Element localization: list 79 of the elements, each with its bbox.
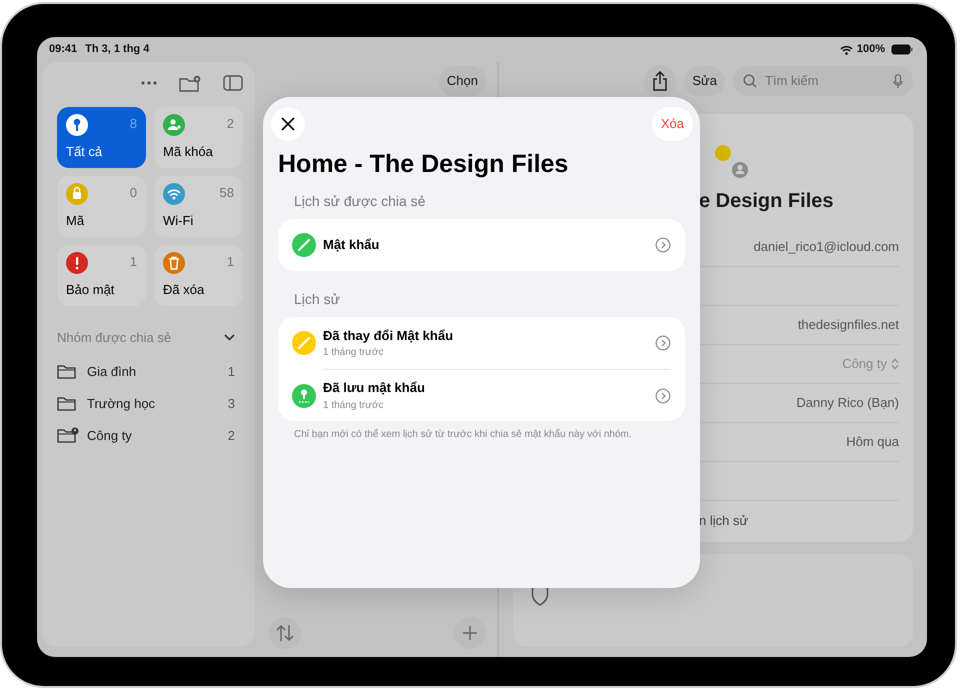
item-count: 3 <box>228 394 235 413</box>
item-count: 0 <box>130 184 137 202</box>
chevron-circle-icon[interactable] <box>655 388 671 404</box>
tile-label: Đã xóa <box>163 280 206 298</box>
chevron-circle-icon[interactable] <box>655 335 671 351</box>
history-title: Đã thay đổi Mật khẩu <box>323 326 454 345</box>
category-icon <box>163 252 185 274</box>
search-input[interactable]: Tìm kiếm <box>763 70 887 92</box>
tile-label: Tất cả <box>66 142 104 160</box>
group-label: Công ty <box>87 426 133 445</box>
group-label: Trường học <box>87 394 156 413</box>
detail-title: e Design Files <box>698 189 834 214</box>
share-button[interactable] <box>644 65 676 97</box>
wifi-icon <box>840 44 853 54</box>
pencil-icon <box>292 331 316 355</box>
tile-label: Wi-Fi <box>163 212 194 230</box>
microphone-icon <box>893 74 903 88</box>
delete-button[interactable]: Xóa <box>652 107 693 141</box>
search-icon <box>743 74 757 88</box>
field-value: thedesignfiles.net <box>798 316 899 334</box>
history-title: Đã lưu mật khẩu <box>323 379 426 398</box>
category-tile[interactable]: 1 Đã xóa <box>154 245 243 306</box>
history-time: 1 tháng trước <box>323 346 385 360</box>
select-button[interactable]: Chọn <box>438 66 486 96</box>
plus-icon <box>462 625 478 641</box>
category-tile[interactable]: 0 Mã <box>57 176 146 237</box>
item-count: 1 <box>228 362 235 381</box>
close-button[interactable] <box>271 107 305 141</box>
category-tile[interactable]: 58 Wi-Fi <box>154 176 243 237</box>
avatar-drawing <box>712 144 748 180</box>
history-link[interactable]: n lịch sử <box>699 510 748 530</box>
shared-folder-icon <box>57 427 79 444</box>
chevron-icon[interactable] <box>224 334 235 342</box>
key-icon <box>292 384 316 408</box>
field-value: Danny Rico (Bạn) <box>796 394 899 412</box>
item-count: 1 <box>226 253 234 271</box>
category-tile[interactable]: 1 Bảo mật <box>57 245 146 306</box>
item-count: 2 <box>228 426 235 445</box>
category-tile[interactable]: 8 Tất cả <box>57 107 146 168</box>
section-header: Lịch sử <box>294 290 341 309</box>
add-button[interactable] <box>454 617 486 649</box>
tile-label: Mã khóa <box>163 142 214 160</box>
group-label: Gia đình <box>87 362 138 381</box>
category-icon <box>66 183 88 205</box>
footnote: Chỉ bạn mới có thể xem lịch sử từ trước khi chia sẻ mật khẩu này với nhóm. <box>294 428 633 442</box>
category-icon <box>163 183 185 205</box>
item-count: 58 <box>220 184 234 202</box>
item-count: 8 <box>130 115 137 133</box>
share-icon <box>652 71 668 91</box>
more-icon[interactable] <box>141 81 157 85</box>
history-title: Mật khẩu <box>323 236 380 254</box>
status-time: 09:41 <box>49 42 78 58</box>
close-icon <box>280 116 296 132</box>
pencil-icon <box>292 233 316 257</box>
section-header: Lịch sử được chia sẻ <box>294 192 426 211</box>
sort-icon <box>275 624 295 642</box>
chevron-circle-icon[interactable] <box>655 237 671 253</box>
section-header: Nhóm được chia sẻ <box>57 329 172 347</box>
tile-label: Mã <box>66 212 86 230</box>
category-icon <box>163 114 185 136</box>
category-icon <box>66 252 88 274</box>
field-value: daniel_rico1@icloud.com <box>754 238 899 256</box>
category-icon <box>66 114 88 136</box>
updown-icon <box>891 358 899 370</box>
tile-label: Bảo mật <box>66 280 116 298</box>
edit-button[interactable]: Sửa <box>684 66 725 96</box>
search-field[interactable]: Tìm kiếm <box>733 66 913 96</box>
item-count: 2 <box>226 115 234 133</box>
new-folder-icon[interactable] <box>179 74 201 92</box>
item-count: 1 <box>130 253 137 271</box>
sidebar-icon[interactable] <box>223 75 243 91</box>
field-value: Hôm qua <box>846 433 899 452</box>
battery-icon <box>891 44 913 55</box>
history-time: 1 tháng trước <box>323 398 385 413</box>
battery-percent: 100% <box>856 42 885 58</box>
sort-button[interactable] <box>269 617 301 649</box>
category-tile[interactable]: 2 Mã khóa <box>154 107 243 168</box>
status-date: Th 3, 1 thg 4 <box>85 42 150 58</box>
modal-title: Home - The Design Files <box>278 149 570 179</box>
